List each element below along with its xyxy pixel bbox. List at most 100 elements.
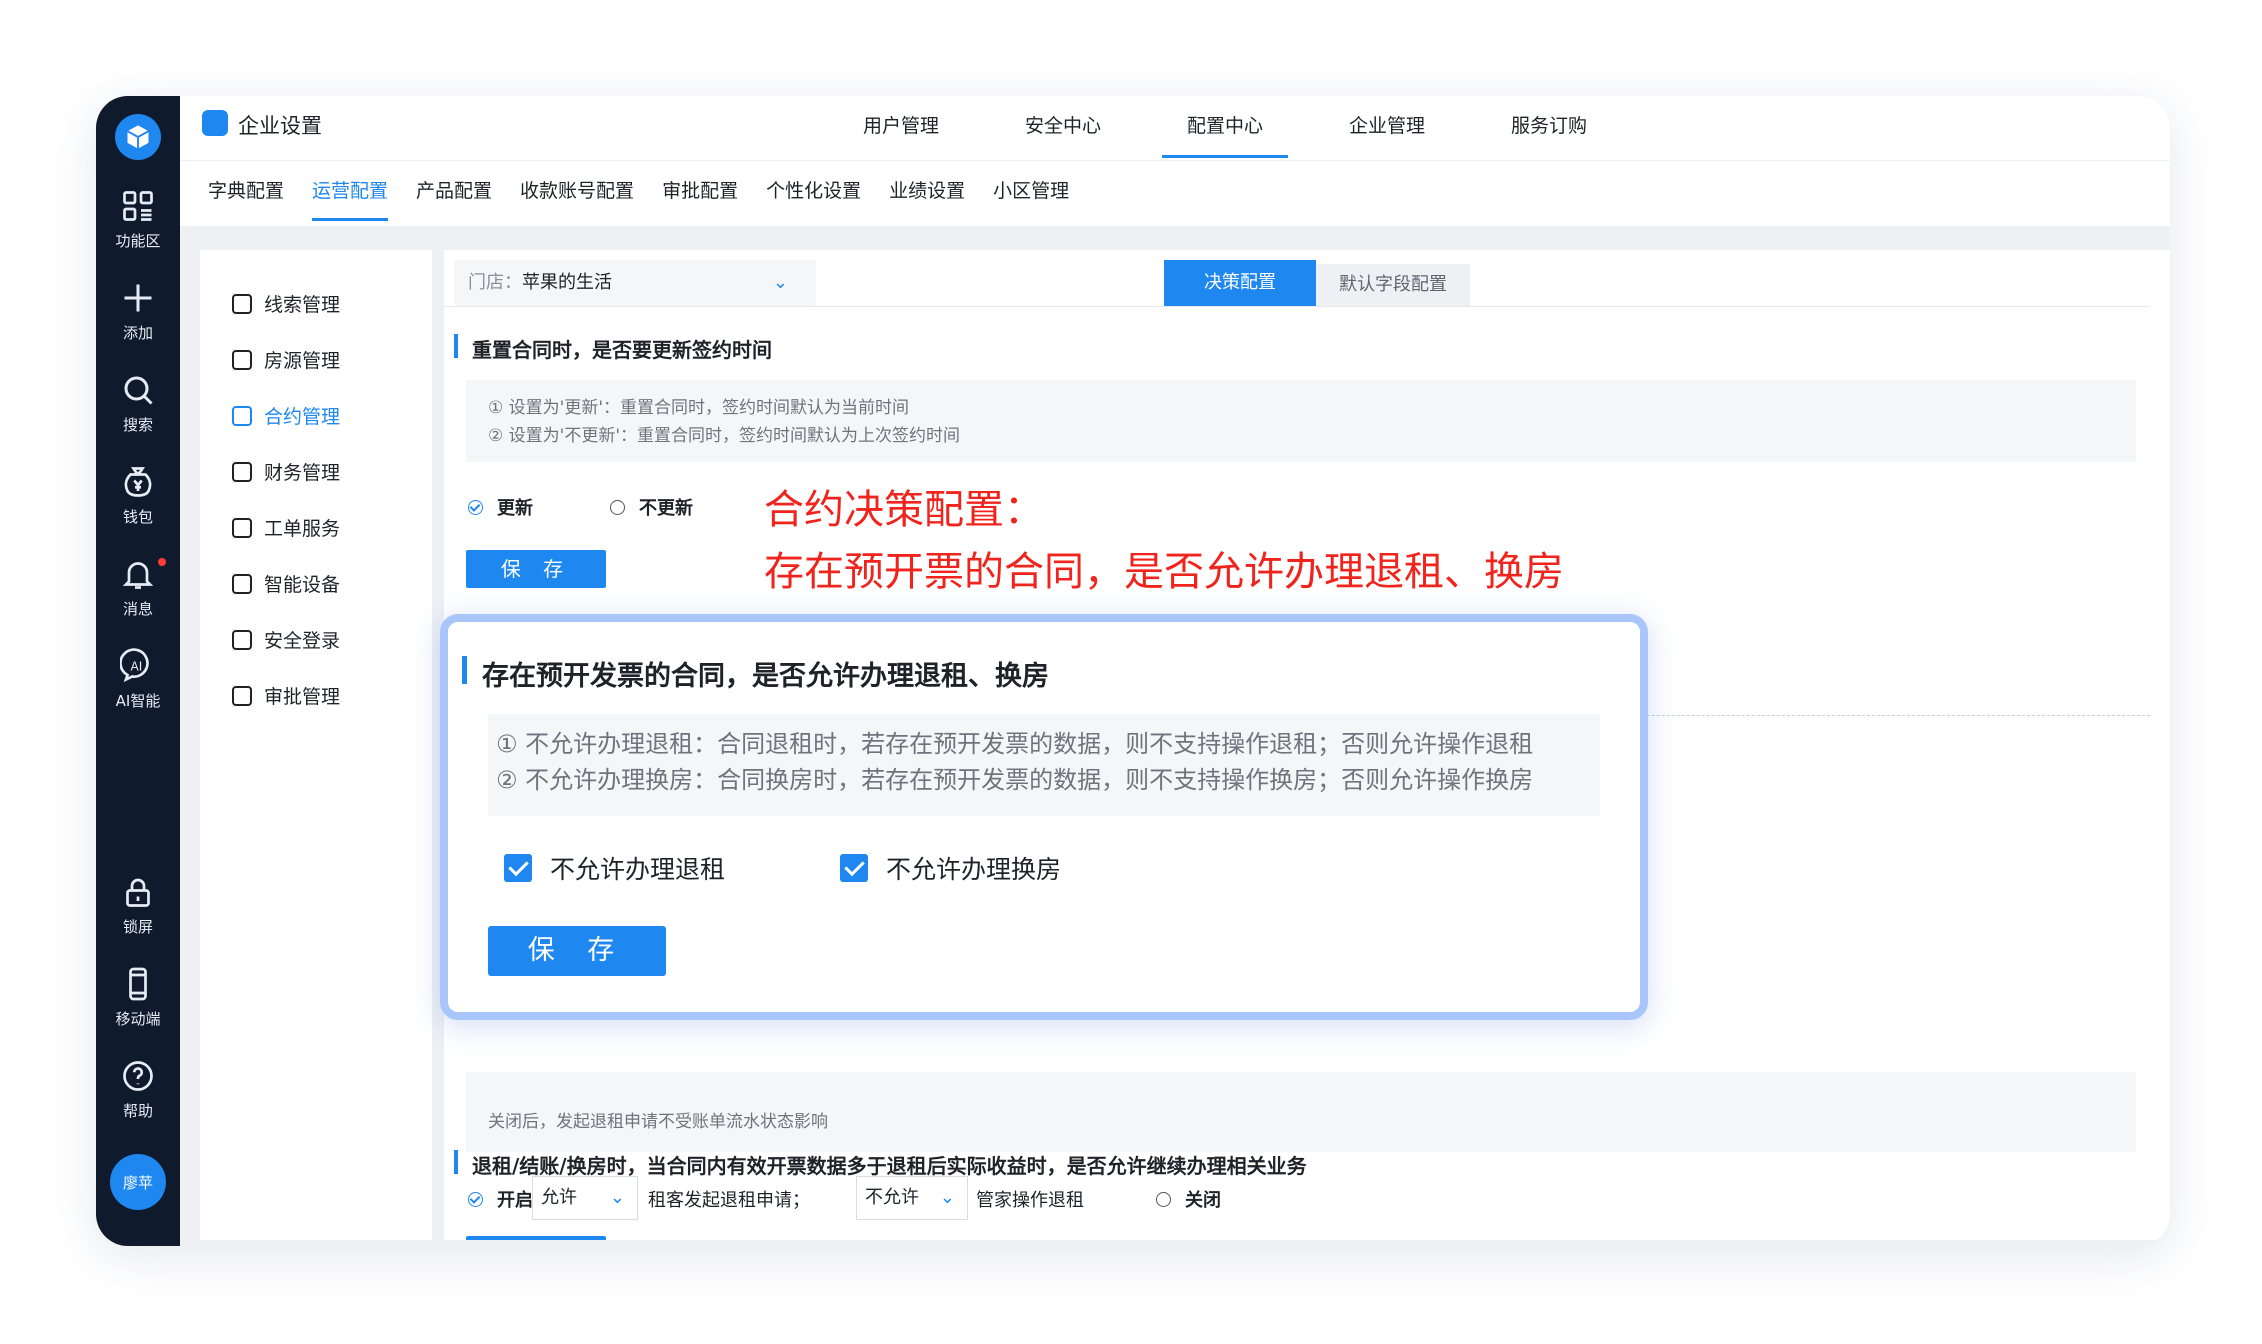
menu-item-approval[interactable]: 审批管理 (232, 682, 340, 709)
menu-item-label: 合约管理 (264, 406, 341, 428)
rail-label: 添加 (122, 324, 153, 342)
menu-item-devices[interactable]: 智能设备 (232, 570, 340, 597)
rail-item-messages[interactable]: 消息 (96, 556, 180, 619)
rail-item-wallet[interactable]: 钱包 (96, 464, 180, 527)
subnav-performance[interactable]: 业绩设置 (889, 161, 965, 221)
menu-item-label: 工单服务 (264, 518, 341, 540)
menu-item-contracts[interactable]: 合约管理 (232, 402, 340, 429)
radio-close[interactable]: 关闭 (1156, 1186, 1221, 1212)
unread-dot (158, 558, 166, 566)
radio-label: 开启 (497, 1190, 533, 1211)
avatar[interactable]: 廖苹 (110, 1154, 166, 1210)
manager-permission-select[interactable]: 不允许 ⌄ (856, 1176, 968, 1220)
leads-icon (232, 293, 252, 314)
rail-item-add[interactable]: 添加 (96, 280, 180, 343)
save-button[interactable]: 保 存 (466, 1236, 606, 1240)
topnav-subscription[interactable]: 服务订购 (1468, 96, 1630, 160)
radio-enable[interactable]: 开启 (468, 1186, 533, 1212)
section-title-reset-contract: 重置合同时，是否要更新签约时间 (454, 334, 772, 363)
popup-save-button[interactable]: 保 存 (488, 926, 666, 976)
menu-item-label: 审批管理 (264, 686, 341, 708)
radio-label: 不更新 (639, 498, 693, 519)
popup-hint-box: ① 不允许办理退租：合同退租时，若存在预开发票的数据，则不支持操作退租；否则允许… (488, 714, 1600, 816)
radio-checked-icon (468, 1191, 483, 1207)
store-select[interactable]: 门店：苹果的生活 ⌄ (454, 260, 816, 306)
topnav-config[interactable]: 配置中心 (1144, 96, 1306, 160)
checkbox-disallow-checkout[interactable]: 不允许办理退租 (504, 850, 725, 886)
subnav-operations[interactable]: 运营配置 (312, 161, 389, 221)
grid-icon (123, 191, 153, 221)
radio-update[interactable]: 更新 (468, 494, 533, 520)
hint-line: ① 设置为'更新'：重置合同时，签约时间默认为当前时间 (488, 398, 909, 418)
radio-no-update[interactable]: 不更新 (610, 494, 693, 520)
tenant-text: 租客发起退租申请； (648, 1190, 810, 1211)
popup-title: 存在预开发票的合同，是否允许办理退租、换房 (462, 654, 1049, 693)
topnav-users[interactable]: 用户管理 (820, 96, 982, 160)
app-logo[interactable] (115, 114, 161, 160)
tenant-permission-select[interactable]: 允许 ⌄ (532, 1176, 638, 1220)
rail-label: AI智能 (115, 692, 161, 710)
hint-line: ① 不允许办理退租：合同退租时，若存在预开发票的数据，则不支持操作退租；否则允许… (496, 730, 1534, 758)
section-title-invoice-excess: 退租/结账/换房时，当合同内有效开票数据多于退租后实际收益时，是否允许继续办理相… (454, 1150, 1307, 1179)
top-nav: 用户管理 安全中心 配置中心 企业管理 服务订购 (820, 96, 1630, 160)
bell-icon (122, 562, 154, 589)
tab-divider (444, 306, 2150, 307)
left-rail: 功能区 添加 搜索 钱包 消息 AI AI智能 锁屏 移动端 帮助 廖苹 (96, 96, 180, 1246)
subnav-personalization[interactable]: 个性化设置 (766, 161, 861, 221)
menu-item-label: 线索管理 (264, 294, 341, 316)
subnav-approval[interactable]: 审批配置 (662, 161, 738, 221)
menu-item-label: 安全登录 (264, 630, 341, 652)
hint-line: ② 不允许办理换房：合同换房时，若存在预开发票的数据，则不支持操作换房；否则允许… (496, 766, 1534, 794)
lock-icon (126, 878, 150, 907)
select-value: 不允许 (865, 1187, 919, 1208)
menu-item-login-security[interactable]: 安全登录 (232, 626, 340, 653)
rail-label: 移动端 (115, 1010, 161, 1028)
chevron-down-icon: ⌄ (772, 272, 788, 293)
menu-item-finance[interactable]: 财务管理 (232, 458, 340, 485)
tab-default-fields[interactable]: 默认字段配置 (1316, 264, 1470, 306)
menu-item-label: 智能设备 (264, 574, 341, 596)
highlight-popup: 存在预开发票的合同，是否允许办理退租、换房 ① 不允许办理退租：合同退租时，若存… (440, 614, 1648, 1020)
menu-item-housing[interactable]: 房源管理 (232, 346, 340, 373)
menu-item-work-orders[interactable]: 工单服务 (232, 514, 340, 541)
menu-item-leads[interactable]: 线索管理 (232, 290, 340, 317)
plus-icon (124, 284, 152, 312)
annotation-line-1: 合约决策配置： (764, 487, 1044, 533)
svg-text:AI: AI (131, 660, 143, 674)
page-title: 企业设置 (238, 114, 322, 138)
checkbox-checked-icon (504, 854, 532, 882)
annotation-line-2: 存在预开票的合同，是否允许办理退租、换房 (764, 549, 1564, 595)
rail-label: 搜索 (122, 416, 153, 434)
subnav-products[interactable]: 产品配置 (416, 161, 492, 221)
subnav-dictionary[interactable]: 字典配置 (208, 161, 284, 221)
ai-icon: AI (120, 648, 149, 683)
hint-line: 关闭后，发起退租申请不受账单流水状态影响 (488, 1112, 828, 1132)
rail-item-ai[interactable]: AI AI智能 (96, 648, 180, 711)
topnav-enterprise[interactable]: 企业管理 (1306, 96, 1468, 160)
rail-item-help[interactable]: 帮助 (96, 1058, 180, 1121)
radio-label: 更新 (497, 498, 533, 519)
help-icon (123, 1061, 153, 1091)
radio-checked-icon (468, 499, 483, 515)
chevron-down-icon: ⌄ (939, 1187, 955, 1208)
topnav-security[interactable]: 安全中心 (982, 96, 1144, 160)
subnav-payment-accounts[interactable]: 收款账号配置 (520, 161, 634, 221)
wallet-icon (124, 467, 152, 497)
rail-item-lock[interactable]: 锁屏 (96, 874, 180, 937)
rail-item-functions[interactable]: 功能区 (96, 188, 180, 251)
manager-text: 管家操作退租 (976, 1190, 1084, 1211)
top-header: 企业设置 用户管理 安全中心 配置中心 企业管理 服务订购 (180, 96, 2170, 160)
tab-decision-config[interactable]: 决策配置 (1164, 260, 1316, 306)
checkbox-checked-icon (840, 854, 868, 882)
rail-item-search[interactable]: 搜索 (96, 372, 180, 435)
checkbox-disallow-room-change[interactable]: 不允许办理换房 (840, 850, 1061, 886)
save-button[interactable]: 保 存 (466, 550, 606, 588)
rail-label: 消息 (122, 600, 153, 618)
shield-icon (232, 629, 252, 650)
menu-item-label: 财务管理 (264, 462, 341, 484)
search-icon (124, 376, 153, 405)
checkbox-label: 不允许办理换房 (886, 855, 1062, 884)
menu-item-label: 房源管理 (264, 350, 341, 372)
subnav-community[interactable]: 小区管理 (993, 161, 1069, 221)
rail-item-mobile[interactable]: 移动端 (96, 966, 180, 1029)
